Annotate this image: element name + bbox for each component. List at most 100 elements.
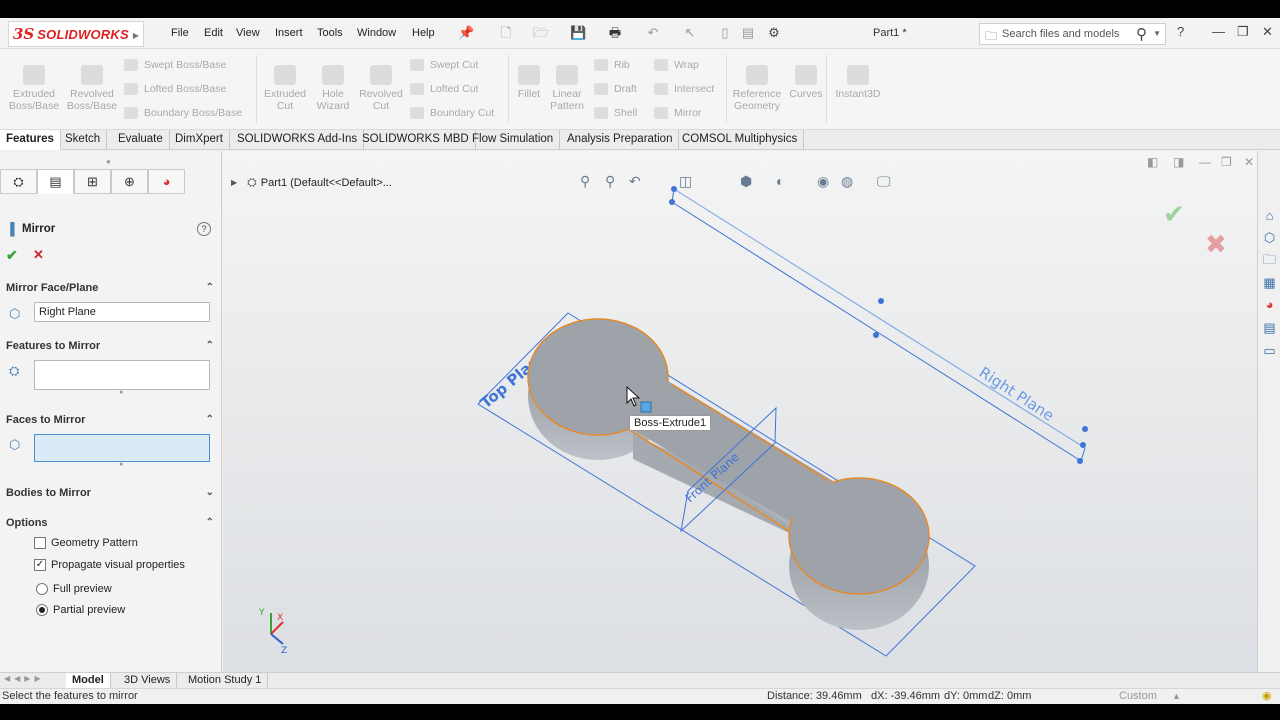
appearances-icon[interactable]: ◕	[1261, 296, 1278, 313]
list-resize-handle[interactable]: ●	[119, 461, 123, 468]
boundary-boss-button[interactable]: Boundary Boss/Base	[124, 105, 242, 121]
faces-to-mirror-list[interactable]	[34, 434, 210, 462]
menu-view[interactable]: View	[236, 27, 260, 39]
restore-icon[interactable]: ❐	[1237, 24, 1249, 40]
plane-handle[interactable]	[669, 199, 675, 205]
resources-icon[interactable]: ⬡	[1261, 229, 1278, 246]
section-options[interactable]: Options ⌃	[0, 512, 222, 534]
rebuild-icon[interactable]: ▯	[717, 25, 733, 41]
display-manager-tab-icon[interactable]: ◕	[148, 169, 185, 194]
revolved-cut-button[interactable]: Revolved Cut	[356, 65, 406, 112]
open-icon[interactable]: 🗁	[533, 25, 549, 41]
tab-3d-views[interactable]: 3D Views	[118, 673, 178, 689]
partial-preview-radio[interactable]	[36, 604, 48, 616]
ok-check-icon[interactable]: ✔	[6, 247, 18, 264]
pin-icon[interactable]: 📌	[458, 25, 474, 41]
propagate-visual-checkbox[interactable]: ✓	[34, 559, 46, 571]
geometry-pattern-checkbox[interactable]	[34, 537, 46, 549]
intersect-button[interactable]: Intersect	[654, 81, 714, 97]
help-icon[interactable]: ?	[197, 222, 211, 236]
features-to-mirror-list[interactable]	[34, 360, 210, 390]
confirm-corner-cancel-icon[interactable]: ✖	[1205, 230, 1227, 260]
boss-extrude-body[interactable]	[527, 318, 930, 630]
graphics-area[interactable]: ▶ ⛭ Part1 (Default<<Default>... ⚲ ⚲ ↶ ◫ …	[223, 151, 1257, 672]
menu-tools[interactable]: Tools	[317, 27, 343, 39]
tab-dimxpert[interactable]: DimXpert	[169, 130, 230, 150]
configuration-manager-tab-icon[interactable]: ⊞	[74, 169, 111, 194]
tab-comsol-multiphysics[interactable]: COMSOL Multiphysics	[676, 130, 805, 150]
menu-help[interactable]: Help	[412, 27, 435, 39]
mirror-ribbon-button[interactable]: Mirror	[654, 105, 701, 121]
lofted-boss-button[interactable]: Lofted Boss/Base	[124, 81, 226, 97]
rebuild-status-icon[interactable]: ◉	[1262, 689, 1272, 704]
reference-geometry-button[interactable]: Reference Geometry	[730, 65, 784, 112]
minimize-icon[interactable]: —	[1212, 24, 1225, 39]
tab-analysis-preparation[interactable]: Analysis Preparation	[561, 130, 680, 150]
solidworks-logo[interactable]: 3S SOLIDWORKS ▶	[8, 21, 144, 47]
draft-button[interactable]: Draft	[594, 81, 637, 97]
full-preview-radio[interactable]	[36, 583, 48, 595]
extruded-cut-button[interactable]: Extruded Cut	[260, 65, 310, 112]
select-icon[interactable]: ↖	[682, 25, 698, 41]
section-mirror-face-plane[interactable]: Mirror Face/Plane ⌃	[0, 277, 222, 299]
shell-button[interactable]: Shell	[594, 105, 637, 121]
full-preview-option[interactable]: Full preview	[36, 583, 112, 595]
list-resize-handle[interactable]: ●	[119, 389, 123, 396]
new-document-icon[interactable]: 🗋	[498, 25, 514, 41]
tab-evaluate[interactable]: Evaluate	[112, 130, 170, 150]
partial-preview-option[interactable]: Partial preview	[36, 604, 125, 616]
units-selector[interactable]: Custom	[1119, 689, 1157, 704]
plane-handle[interactable]	[873, 332, 879, 338]
search-input[interactable]	[1002, 26, 1132, 42]
property-manager-tab-icon[interactable]: ▤	[37, 169, 74, 194]
menu-insert[interactable]: Insert	[275, 27, 303, 39]
feature-manager-tab-icon[interactable]: ⛭	[0, 169, 37, 194]
extruded-boss-button[interactable]: Extruded Boss/Base	[6, 65, 62, 112]
tab-scroll-arrows-icon[interactable]: ◀◀▶▶	[4, 674, 45, 683]
curves-button[interactable]: Curves	[786, 65, 826, 100]
fillet-button[interactable]: Fillet	[512, 65, 546, 100]
search-dropdown-icon[interactable]: ▼	[1153, 29, 1161, 38]
revolved-boss-button[interactable]: Revolved Boss/Base	[64, 65, 120, 112]
geometry-pattern-option[interactable]: Geometry Pattern	[34, 537, 138, 549]
forum-icon[interactable]: ▭	[1261, 342, 1278, 359]
file-properties-icon[interactable]: ▤	[740, 25, 756, 41]
splitter-handle[interactable]: ●	[106, 157, 111, 166]
options-gear-icon[interactable]: ⚙	[766, 25, 782, 41]
plane-handle[interactable]	[1077, 458, 1083, 464]
wrap-button[interactable]: Wrap	[654, 57, 699, 73]
save-icon[interactable]: 💾	[570, 25, 586, 41]
tab-solidworks-addins[interactable]: SOLIDWORKS Add-Ins	[231, 130, 365, 150]
tab-model[interactable]: Model	[66, 673, 111, 689]
tab-solidworks-mbd[interactable]: SOLIDWORKS MBD	[356, 130, 476, 150]
tab-features[interactable]: Features	[0, 130, 61, 150]
menu-window[interactable]: Window	[357, 27, 396, 39]
file-explorer-icon[interactable]: 🗀	[1261, 251, 1278, 268]
view-palette-icon[interactable]: ▦	[1261, 274, 1278, 291]
confirm-corner-ok-icon[interactable]: ✔	[1163, 200, 1185, 230]
units-dropdown-icon[interactable]: ▲	[1172, 689, 1181, 704]
section-bodies-to-mirror[interactable]: Bodies to Mirror ⌄	[0, 482, 222, 504]
plane-handle[interactable]	[1080, 442, 1086, 448]
print-icon[interactable]: 🖶	[607, 25, 623, 41]
mirror-plane-field[interactable]: Right Plane	[34, 302, 210, 322]
boundary-cut-button[interactable]: Boundary Cut	[410, 105, 494, 121]
swept-cut-button[interactable]: Swept Cut	[410, 57, 478, 73]
section-faces-to-mirror[interactable]: Faces to Mirror ⌃	[0, 409, 222, 431]
tab-sketch[interactable]: Sketch	[59, 130, 108, 150]
linear-pattern-button[interactable]: Linear Pattern	[546, 65, 588, 112]
dimxpert-manager-tab-icon[interactable]: ⊕	[111, 169, 148, 194]
hole-wizard-button[interactable]: Hole Wizard	[310, 65, 356, 112]
plane-handle[interactable]	[878, 298, 884, 304]
search-icon[interactable]: ⚲	[1136, 25, 1147, 43]
tab-motion-study[interactable]: Motion Study 1	[182, 673, 269, 689]
rib-button[interactable]: Rib	[594, 57, 630, 73]
section-features-to-mirror[interactable]: Features to Mirror ⌃	[0, 335, 222, 357]
custom-properties-icon[interactable]: ▤	[1261, 319, 1278, 336]
propagate-visual-option[interactable]: ✓ Propagate visual properties	[34, 559, 185, 571]
instant3d-button[interactable]: Instant3D	[830, 65, 886, 100]
lofted-cut-button[interactable]: Lofted Cut	[410, 81, 478, 97]
tab-flow-simulation[interactable]: Flow Simulation	[466, 130, 561, 150]
menu-edit[interactable]: Edit	[204, 27, 223, 39]
help-icon[interactable]: ?	[1177, 24, 1184, 39]
